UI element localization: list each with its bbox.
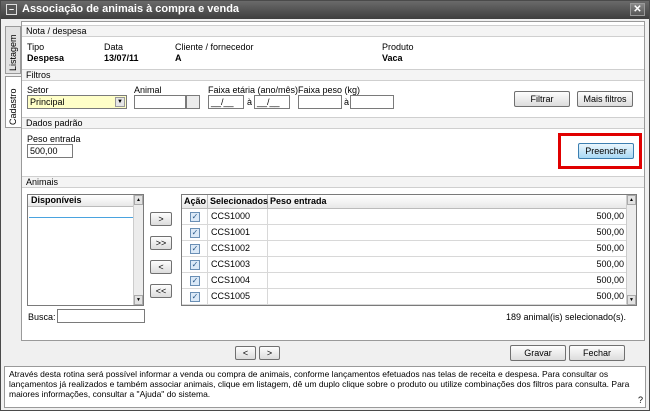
selecionados-scrollbar[interactable]: ▲ ▼ [626,195,636,305]
setor-select[interactable]: Principal ▼ [27,95,127,109]
animal-input[interactable] [134,95,186,109]
peso-to-input[interactable] [350,95,394,109]
selecionado-cell: CCS1000 [208,209,268,225]
tab-listagem-label: Listagem [8,34,18,71]
section-dados-padrao: Dados padrão [22,117,644,129]
peso-cell: 500,00 [268,225,628,241]
busca-label: Busca: [28,312,56,322]
help-icon[interactable]: ? [638,395,643,405]
row-checkbox[interactable]: ✓ [190,244,200,254]
highlight-box [558,133,642,169]
col-acao: Ação [182,195,208,209]
peso-cell: 500,00 [268,209,628,225]
tipo-label: Tipo [27,42,45,52]
selecionado-cell: CCS1002 [208,241,268,257]
table-row[interactable]: ✓ CCS1002 500,00 [182,241,628,257]
row-checkbox[interactable]: ✓ [190,292,200,302]
tab-listagem[interactable]: Listagem [5,26,21,74]
cliente-label: Cliente / fornecedor [175,42,254,52]
selecionados-grid[interactable]: Ação Selecionados Peso entrada ✓ CCS1000… [181,194,637,306]
faixa-peso-label: Faixa peso (kg) [298,85,361,95]
faixa-etaria-sep: à [247,97,253,107]
section-nota: Nota / despesa [22,25,644,37]
move-all-left-button[interactable]: << [150,284,172,298]
table-row[interactable]: ✓ CCS1000 500,00 [182,209,628,225]
next-button[interactable]: > [259,346,280,360]
disponiveis-header: Disponíveis [28,195,143,207]
acao-cell: ✓ [182,241,208,257]
table-row[interactable]: ✓ CCS1005 500,00 [182,289,628,305]
peso-cell: 500,00 [268,257,628,273]
cliente-value: A [175,53,182,63]
vertical-tabs: Listagem Cadastro [5,22,21,342]
selecionado-cell: CCS1001 [208,225,268,241]
tab-cadastro[interactable]: Cadastro [5,76,21,128]
setor-label: Setor [27,85,49,95]
selecionado-cell: CCS1004 [208,273,268,289]
table-row[interactable]: ✓ CCS1003 500,00 [182,257,628,273]
main-window: – Associação de animais à compra e venda… [0,0,650,411]
help-footer: Através desta rotina será possível infor… [4,366,646,408]
prev-button[interactable]: < [235,346,256,360]
section-animais: Animais [22,176,644,188]
section-filtros: Filtros [22,69,644,81]
title-bar: – Associação de animais à compra e venda… [1,1,649,19]
acao-cell: ✓ [182,257,208,273]
filtrar-button[interactable]: Filtrar [514,91,570,107]
chevron-down-icon[interactable]: ▼ [115,97,125,107]
disponiveis-list[interactable]: Disponíveis ▲ ▼ [27,194,144,306]
produto-value: Vaca [382,53,403,63]
selecionado-cell: CCS1003 [208,257,268,273]
window-title: Associação de animais à compra e venda [22,3,240,15]
table-row[interactable]: ✓ CCS1004 500,00 [182,273,628,289]
move-all-right-button[interactable]: >> [150,236,172,250]
scroll-down-icon[interactable]: ▼ [134,295,143,305]
tab-cadastro-label: Cadastro [8,88,18,125]
row-checkbox[interactable]: ✓ [190,276,200,286]
peso-cell: 500,00 [268,273,628,289]
selected-count: 189 animal(is) selecionado(s). [506,312,627,322]
acao-cell: ✓ [182,289,208,305]
scroll-down-icon[interactable]: ▼ [627,295,636,305]
row-checkbox[interactable]: ✓ [190,228,200,238]
peso-cell: 500,00 [268,241,628,257]
tipo-value: Despesa [27,53,65,63]
col-selecionados: Selecionados [208,195,268,209]
acao-cell: ✓ [182,273,208,289]
scroll-up-icon[interactable]: ▲ [627,195,636,205]
disponiveis-selection[interactable] [29,208,133,218]
faixa-peso-sep: à [344,97,350,107]
row-checkbox[interactable]: ✓ [190,212,200,222]
busca-input[interactable] [57,309,145,323]
table-row[interactable]: ✓ CCS1001 500,00 [182,225,628,241]
acao-cell: ✓ [182,209,208,225]
produto-label: Produto [382,42,414,52]
peso-entrada-label: Peso entrada [27,134,81,144]
move-one-left-button[interactable]: < [150,260,172,274]
data-value: 13/07/11 [104,53,139,63]
mais-filtros-button[interactable]: Mais filtros [577,91,633,107]
animal-label: Animal [134,85,162,95]
setor-value: Principal [30,97,65,107]
gravar-button[interactable]: Gravar [510,345,566,361]
scroll-up-icon[interactable]: ▲ [134,195,143,205]
faixa-etaria-from[interactable]: __/__ [208,95,244,109]
acao-cell: ✓ [182,225,208,241]
row-checkbox[interactable]: ✓ [190,260,200,270]
close-icon[interactable]: ✕ [630,3,645,16]
fechar-button[interactable]: Fechar [569,345,625,361]
peso-from-input[interactable] [298,95,342,109]
peso-cell: 500,00 [268,289,628,305]
data-label: Data [104,42,124,52]
move-one-right-button[interactable]: > [150,212,172,226]
peso-entrada-input[interactable]: 500,00 [27,144,73,158]
disponiveis-scrollbar[interactable]: ▲ ▼ [133,195,143,305]
footer-text: Através desta rotina será possível infor… [9,369,630,399]
window-menu-icon[interactable]: – [6,4,17,15]
col-peso-entrada: Peso entrada [268,195,628,209]
faixa-etaria-to[interactable]: __/__ [254,95,290,109]
animal-lookup-button[interactable] [186,95,200,109]
selecionado-cell: CCS1005 [208,289,268,305]
faixa-etaria-label: Faixa etária (ano/mês) [208,85,299,95]
